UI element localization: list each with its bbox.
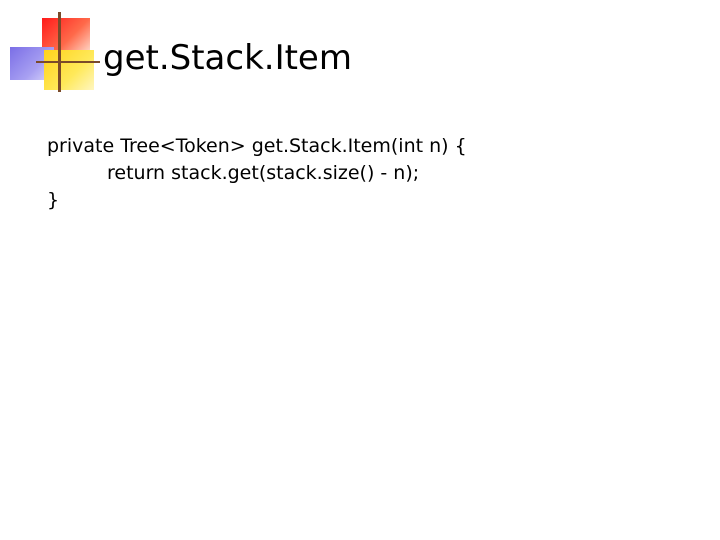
yellow-square-shape [44, 50, 94, 90]
slide-logo-icon [0, 0, 100, 100]
red-square-shape [42, 18, 90, 50]
code-line-return: return stack.get(stack.size() - n); [107, 162, 420, 184]
code-line-closing-brace: } [47, 189, 60, 211]
code-line-signature: private Tree<Token> get.Stack.Item(int n… [47, 135, 467, 157]
code-block: private Tree<Token> get.Stack.Item(int n… [47, 133, 467, 214]
horizontal-line-shape [36, 61, 100, 63]
vertical-line-shape [58, 12, 61, 92]
slide-title: get.Stack.Item [103, 38, 352, 78]
slide: get.Stack.Item private Tree<Token> get.S… [0, 0, 720, 540]
